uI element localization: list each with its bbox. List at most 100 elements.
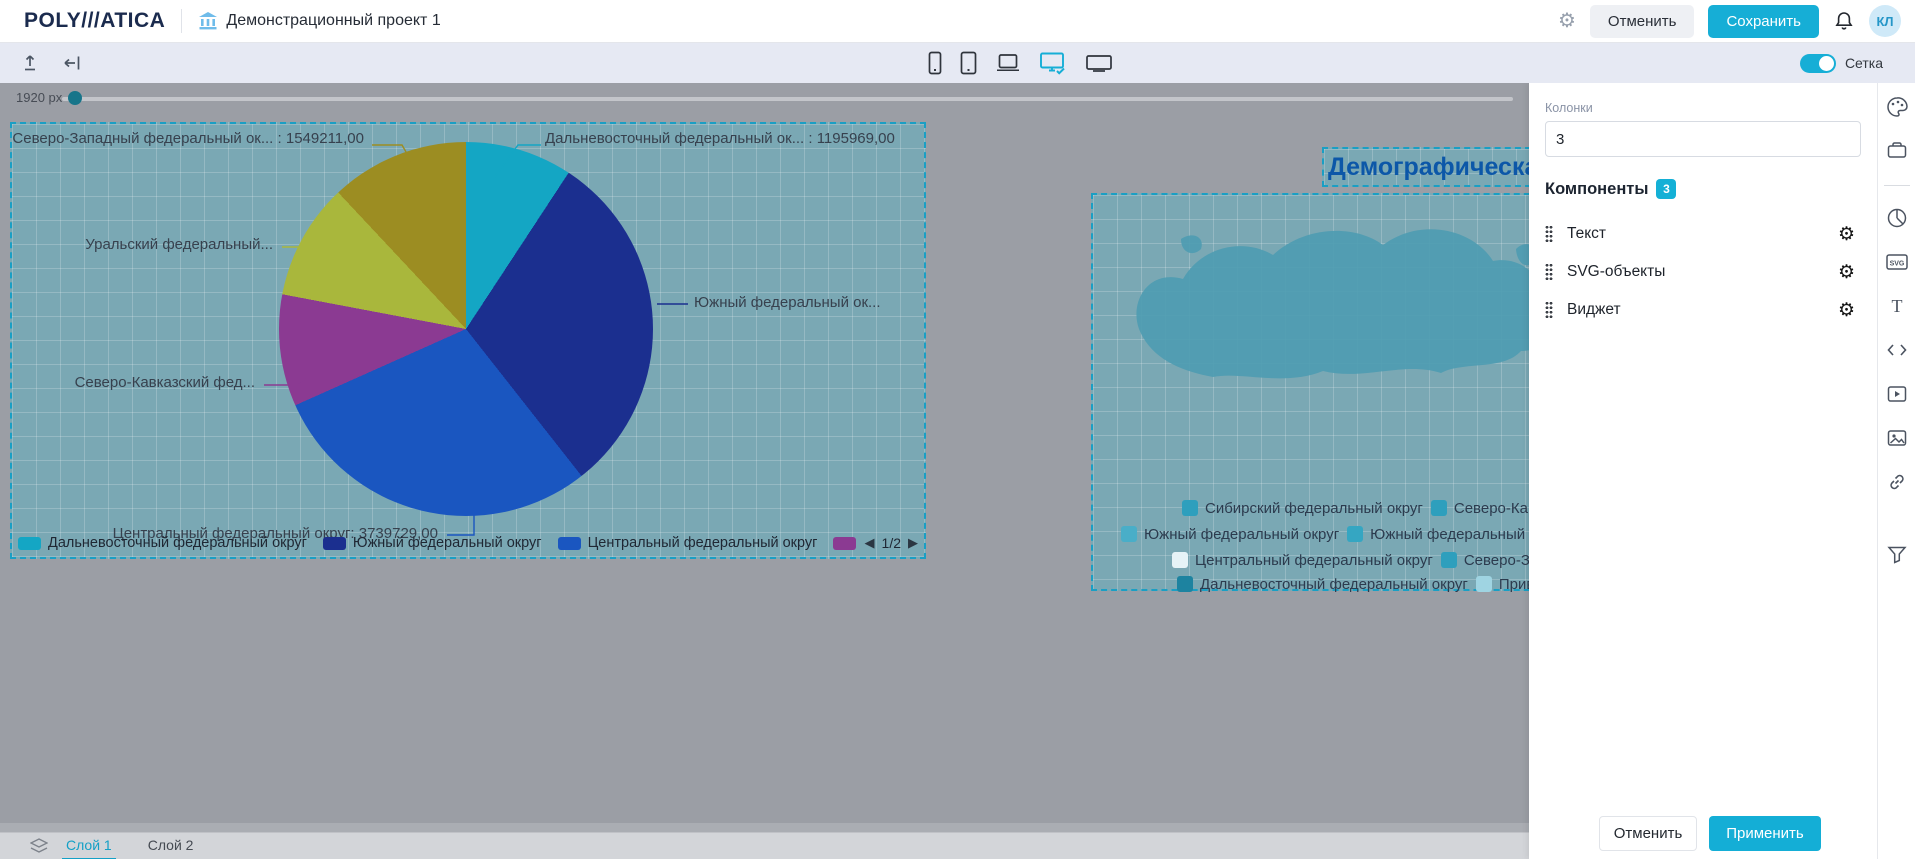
legend-swatch bbox=[1177, 576, 1193, 592]
widget-type-strip: SVG T bbox=[1877, 83, 1915, 859]
legend-swatch bbox=[1347, 526, 1363, 542]
notifications-bell-icon[interactable] bbox=[1833, 10, 1855, 32]
desktop-device-icon-selected[interactable] bbox=[1039, 51, 1067, 75]
map-legend-row: Дальневосточный федеральный округ Прив bbox=[1177, 574, 1529, 594]
strip-divider bbox=[1884, 185, 1910, 186]
svg-text:T: T bbox=[1891, 296, 1902, 316]
component-row[interactable]: Текст ⚙ bbox=[1545, 215, 1861, 253]
legend-label: Сибирский федеральный округ bbox=[1205, 500, 1423, 517]
map-legend-item[interactable]: Дальневосточный федеральный округ bbox=[1177, 576, 1468, 593]
component-row[interactable]: Виджет ⚙ bbox=[1545, 291, 1861, 329]
legend-swatch bbox=[1431, 500, 1447, 516]
image-icon[interactable] bbox=[1885, 426, 1909, 450]
tab-layer-2[interactable]: Слой 2 bbox=[144, 833, 198, 859]
component-label: SVG-объекты bbox=[1567, 263, 1665, 281]
svg-object-icon[interactable]: SVG bbox=[1885, 250, 1909, 274]
map-legend-item[interactable]: Центральный федеральный округ bbox=[1172, 552, 1433, 569]
legend-swatch bbox=[1476, 576, 1492, 592]
tab-layer-1[interactable]: Слой 1 bbox=[62, 833, 116, 859]
map-legend-item[interactable]: Южный федеральный ок bbox=[1347, 526, 1529, 543]
tablet-device-icon[interactable] bbox=[960, 51, 977, 75]
russia-map-shape bbox=[1121, 209, 1529, 489]
editor-toolbar: Сетка bbox=[0, 43, 1915, 83]
zoom-slider-track[interactable] bbox=[62, 97, 1513, 101]
project-title: Демонстрационный проект 1 bbox=[226, 12, 440, 30]
grid-toggle-label: Сетка bbox=[1845, 55, 1883, 71]
pie-chart[interactable] bbox=[279, 142, 653, 516]
layers-icon[interactable] bbox=[30, 838, 48, 854]
polymatica-logo: POLY///ATICA bbox=[24, 9, 165, 33]
map-legend-item[interactable]: Сибирский федеральный округ bbox=[1182, 500, 1423, 517]
device-preview-switcher bbox=[928, 43, 1113, 83]
pie-chart-widget[interactable]: Северо-Западный федеральный ок... : 1549… bbox=[10, 122, 926, 559]
map-legend-item[interactable]: Южный федеральный округ bbox=[1121, 526, 1339, 543]
pager-prev-icon[interactable]: ◀ bbox=[865, 535, 875, 551]
tv-device-icon[interactable] bbox=[1085, 53, 1113, 73]
drag-handle-icon[interactable] bbox=[1545, 301, 1553, 319]
drag-handle-icon[interactable] bbox=[1545, 263, 1553, 281]
map-legend-item[interactable]: Северо-З bbox=[1441, 552, 1529, 569]
dashboard-title-text: Демографическая bbox=[1324, 153, 1529, 182]
text-title-widget[interactable]: Демографическая bbox=[1322, 147, 1529, 187]
laptop-device-icon[interactable] bbox=[995, 52, 1021, 74]
upload-icon[interactable] bbox=[20, 53, 40, 73]
app-window: POLY///ATICA Демонстрационный проект 1 ⚙… bbox=[0, 0, 1915, 859]
pie-callout-label: Уральский федеральный... bbox=[85, 236, 273, 253]
columns-input[interactable] bbox=[1545, 121, 1861, 157]
component-gear-icon[interactable]: ⚙ bbox=[1838, 225, 1855, 244]
pie-legend-item[interactable]: Центральный федеральный округ bbox=[558, 535, 818, 551]
layer-tabs-bar: Слой 1 Слой 2 bbox=[0, 832, 1529, 859]
dashboard-canvas[interactable]: 1920 px Северо-Западный федеральный ок..… bbox=[0, 83, 1529, 859]
pie-legend-item[interactable]: Дальневосточный федеральный округ bbox=[18, 535, 307, 551]
component-gear-icon[interactable]: ⚙ bbox=[1838, 301, 1855, 320]
panel-cancel-button[interactable]: Отменить bbox=[1599, 816, 1697, 851]
link-icon[interactable] bbox=[1885, 470, 1909, 494]
legend-label: Центральный федеральный округ bbox=[588, 535, 818, 551]
chart-icon[interactable] bbox=[1885, 206, 1909, 230]
pie-callout-label: Северо-Кавказский фед... bbox=[75, 374, 255, 391]
legend-label: Центральный федеральный округ bbox=[1195, 552, 1433, 569]
top-bar: POLY///ATICA Демонстрационный проект 1 ⚙… bbox=[0, 0, 1915, 43]
components-heading: Компоненты bbox=[1545, 180, 1648, 199]
horizontal-scrollbar[interactable] bbox=[0, 823, 1529, 832]
pie-legend-item[interactable]: Северо-Кавказс bbox=[833, 535, 860, 551]
legend-swatch bbox=[833, 537, 856, 550]
components-list: Текст ⚙ SVG-объекты ⚙ Виджет ⚙ bbox=[1545, 215, 1861, 329]
map-widget[interactable]: Сибирский федеральный округ Северо-Кав Южн… bbox=[1091, 193, 1529, 591]
legend-swatch bbox=[1441, 552, 1457, 568]
svg-text:SVG: SVG bbox=[1889, 261, 1904, 268]
map-legend-item[interactable]: Северо-Кав bbox=[1431, 500, 1529, 517]
legend-swatch bbox=[323, 537, 346, 550]
legend-label: Южный федеральный ок bbox=[1370, 526, 1529, 543]
workspace: 1920 px Северо-Западный федеральный ок..… bbox=[0, 83, 1915, 859]
grid-toggle[interactable] bbox=[1800, 54, 1836, 73]
settings-gear-icon[interactable]: ⚙ bbox=[1558, 11, 1576, 31]
component-label: Виджет bbox=[1567, 301, 1621, 319]
code-icon[interactable] bbox=[1885, 338, 1909, 362]
save-button[interactable]: Сохранить bbox=[1708, 5, 1819, 38]
legend-swatch bbox=[1172, 552, 1188, 568]
legend-swatch bbox=[1121, 526, 1137, 542]
pager-next-icon[interactable]: ▶ bbox=[908, 535, 918, 551]
phone-device-icon[interactable] bbox=[928, 51, 942, 75]
video-icon[interactable] bbox=[1885, 382, 1909, 406]
drag-handle-icon[interactable] bbox=[1545, 225, 1553, 243]
zoom-slider-handle[interactable] bbox=[68, 91, 82, 105]
pie-legend-item[interactable]: Южный федеральный округ bbox=[323, 535, 542, 551]
filter-funnel-icon[interactable] bbox=[1885, 542, 1909, 566]
component-row[interactable]: SVG-объекты ⚙ bbox=[1545, 253, 1861, 291]
panel-apply-button[interactable]: Применить bbox=[1709, 816, 1821, 851]
component-label: Текст bbox=[1567, 225, 1606, 243]
legend-swatch bbox=[558, 537, 581, 550]
indent-left-icon[interactable] bbox=[62, 53, 84, 73]
palette-icon[interactable] bbox=[1885, 95, 1909, 119]
container-icon[interactable] bbox=[1885, 139, 1909, 163]
legend-swatch bbox=[1182, 500, 1198, 516]
cancel-button[interactable]: Отменить bbox=[1590, 5, 1695, 38]
pie-callout-label: Дальневосточный федеральный ок... : 1195… bbox=[545, 130, 895, 147]
legend-label: Дальневосточный федеральный округ bbox=[48, 535, 307, 551]
component-gear-icon[interactable]: ⚙ bbox=[1838, 263, 1855, 282]
text-tool-icon[interactable]: T bbox=[1885, 294, 1909, 318]
map-legend-item[interactable]: Прив bbox=[1476, 576, 1529, 593]
user-avatar[interactable]: КЛ bbox=[1869, 5, 1901, 37]
